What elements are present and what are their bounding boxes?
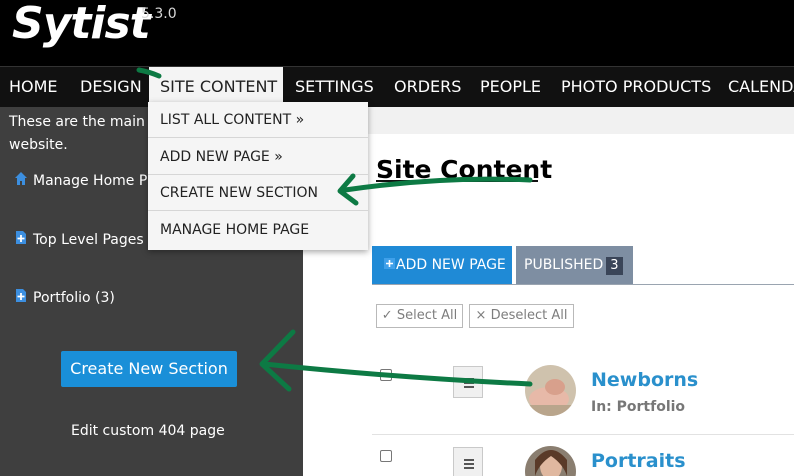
row-checkbox[interactable] [380, 450, 392, 462]
sidebar-item-label: Top Level Pages [33, 232, 144, 248]
x-icon: × [475, 308, 487, 323]
check-icon: ✓ [381, 308, 393, 323]
newborns-thumbnail[interactable] [525, 365, 576, 416]
title-underline [376, 180, 538, 182]
create-new-section-button[interactable]: Create New Section [61, 351, 237, 387]
top-nav: HOME DESIGN SITE CONTENT SETTINGS ORDERS… [0, 66, 794, 107]
nav-design[interactable]: DESIGN [80, 67, 142, 107]
menu-item-create-new-section[interactable]: CREATE NEW SECTION [148, 175, 368, 211]
row-checkbox[interactable] [380, 369, 392, 381]
published-count-badge: 3 [606, 257, 623, 275]
sidebar-item-top-level-pages[interactable]: Top Level Pages [14, 230, 144, 248]
drag-handle-icon[interactable] [453, 447, 483, 476]
nav-photo-products[interactable]: PHOTO PRODUCTS [561, 67, 711, 107]
plus-icon [384, 246, 395, 269]
drag-handle-icon[interactable] [453, 366, 483, 398]
site-content-dropdown: LIST ALL CONTENT » ADD NEW PAGE » CREATE… [148, 102, 368, 250]
portraits-thumbnail[interactable] [525, 446, 576, 476]
menu-item-manage-home-page[interactable]: MANAGE HOME PAGE [148, 212, 368, 248]
nav-calendar[interactable]: CALENDA [728, 67, 794, 107]
nav-site-content[interactable]: SITE CONTENT [149, 67, 283, 107]
item-title-link[interactable]: Newborns [591, 369, 698, 391]
tab-add-new-page[interactable]: ADD NEW PAGE [372, 246, 512, 284]
app-header: Sytist 5.3.0 [0, 0, 794, 66]
edit-404-link[interactable]: Edit custom 404 page [71, 423, 225, 439]
deselect-all-label: Deselect All [490, 308, 568, 323]
tab-label: PUBLISHED [524, 257, 604, 273]
sidebar-item-label: Manage Home P [33, 173, 148, 189]
sidebar-item-manage-home[interactable]: Manage Home P [14, 171, 147, 189]
home-icon [15, 172, 27, 185]
tabs-divider [372, 284, 794, 285]
nav-settings[interactable]: SETTINGS [295, 67, 374, 107]
row-divider [372, 434, 794, 435]
menu-item-add-new-page[interactable]: ADD NEW PAGE » [148, 139, 368, 175]
item-location: In: Portfolio [591, 399, 686, 415]
select-all-label: Select All [396, 308, 458, 323]
deselect-all-button[interactable]: × Deselect All [469, 304, 574, 328]
nav-orders[interactable]: ORDERS [394, 67, 461, 107]
main-top-strip [303, 107, 794, 134]
select-all-button[interactable]: ✓ Select All [376, 304, 463, 328]
add-page-icon [16, 289, 26, 302]
main-content: Site Content ADD NEW PAGE PUBLISHED 3 ✓ S… [303, 107, 794, 476]
tab-label: ADD NEW PAGE [396, 257, 506, 273]
item-title-link[interactable]: Portraits [591, 450, 686, 472]
nav-home[interactable]: HOME [9, 67, 58, 107]
app-version: 5.3.0 [141, 6, 177, 22]
app-logo[interactable]: Sytist [12, 0, 151, 49]
sidebar-item-label: Portfolio (3) [33, 290, 115, 306]
menu-item-list-all-content[interactable]: LIST ALL CONTENT » [148, 102, 368, 138]
tab-published[interactable]: PUBLISHED 3 [516, 246, 633, 284]
sidebar-item-portfolio[interactable]: Portfolio (3) [14, 288, 115, 306]
add-page-icon [16, 231, 26, 244]
nav-people[interactable]: PEOPLE [480, 67, 541, 107]
